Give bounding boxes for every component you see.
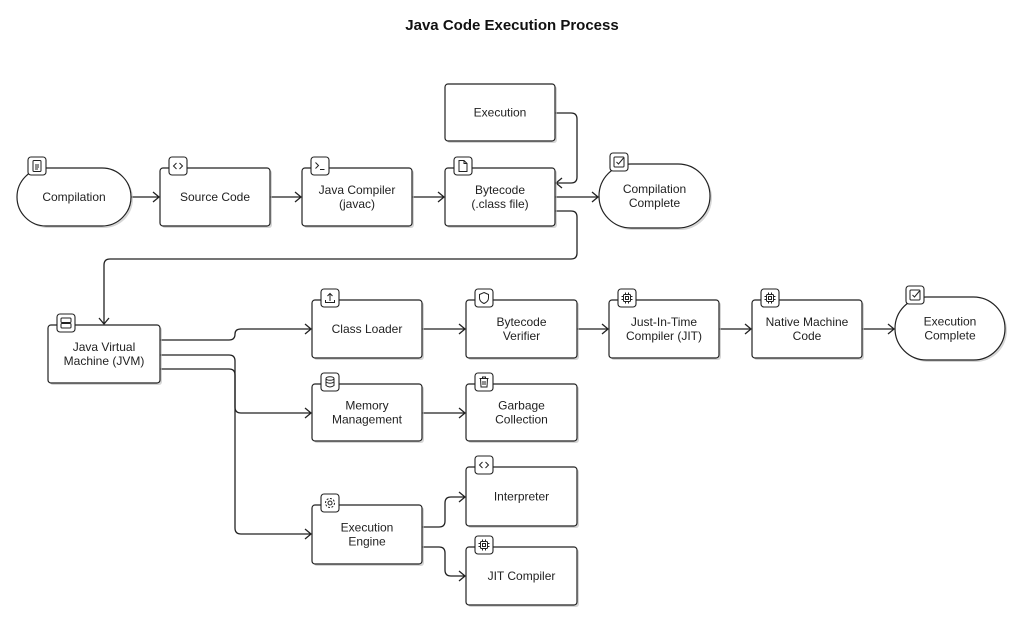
node-interpreter[interactable]: Interpreter	[465, 455, 579, 528]
node-label: Execution	[341, 521, 394, 535]
file-icon	[453, 156, 473, 176]
connector-line	[160, 328, 311, 341]
node-jitcompiler[interactable]: JIT Compiler	[465, 535, 579, 607]
node-label: Execution	[474, 106, 527, 120]
edge-memory-gc	[422, 407, 467, 419]
edge-engine-interpreter	[422, 491, 467, 528]
node-execcomplete[interactable]: ExecutionComplete	[894, 285, 1007, 362]
trash-icon	[474, 372, 494, 392]
node-label: Source Code	[180, 190, 250, 204]
edge-verifier-jit	[577, 323, 610, 335]
shield-icon	[474, 288, 494, 308]
gear-icon	[320, 493, 340, 513]
node-source[interactable]: Source Code	[159, 156, 272, 228]
node-label: Bytecode	[475, 183, 525, 197]
code-icon	[168, 156, 188, 176]
node-label: (.class file)	[471, 197, 528, 211]
node-verifier[interactable]: BytecodeVerifier	[465, 288, 579, 360]
node-label: Just-In-Time	[631, 315, 698, 329]
upload-icon	[320, 288, 340, 308]
node-label: Machine (JVM)	[64, 354, 145, 368]
node-label: (javac)	[339, 197, 375, 211]
flowchart: Compilation Source Code Java Compiler(java…	[16, 83, 1007, 607]
connector-line	[422, 496, 465, 528]
cpu-icon	[760, 288, 780, 308]
node-label: Verifier	[503, 329, 540, 343]
node-label: JIT Compiler	[488, 569, 556, 583]
node-memory[interactable]: MemoryManagement	[311, 372, 424, 443]
edge-engine-jitcompiler	[422, 546, 467, 582]
connector-line	[160, 368, 311, 535]
node-label: Compiler (JIT)	[626, 329, 702, 343]
node-gc[interactable]: GarbageCollection	[465, 372, 579, 443]
node-jvm[interactable]: Java VirtualMachine (JVM)	[47, 313, 162, 385]
cpu-icon	[474, 535, 494, 555]
node-engine[interactable]: ExecutionEngine	[311, 493, 424, 566]
node-label: Garbage	[498, 399, 545, 413]
node-label: Compilation	[623, 182, 686, 196]
node-compcomplete[interactable]: CompilationComplete	[598, 152, 712, 230]
node-javac[interactable]: Java Compiler(javac)	[301, 156, 414, 228]
edge-execution-bytecode	[554, 112, 578, 189]
connector-line	[422, 546, 465, 577]
node-label: Bytecode	[496, 315, 546, 329]
node-bytecode[interactable]: Bytecode(.class file)	[444, 156, 557, 228]
node-label: Collection	[495, 413, 548, 427]
edge-jit-native	[719, 323, 753, 335]
document-icon	[27, 156, 47, 176]
node-label: Interpreter	[494, 490, 549, 504]
node-classloader[interactable]: Class Loader	[311, 288, 424, 360]
node-native[interactable]: Native MachineCode	[751, 288, 864, 360]
node-label: Management	[332, 413, 403, 427]
server-icon	[56, 313, 76, 333]
node-label: Complete	[924, 329, 976, 343]
node-label: Java Compiler	[319, 183, 396, 197]
node-execution[interactable]: Execution	[444, 83, 557, 143]
check-square-icon	[609, 152, 629, 172]
node-label: Code	[793, 329, 822, 343]
code-icon	[474, 455, 494, 475]
edge-source-javac	[270, 191, 303, 203]
edge-compilation-source	[131, 191, 161, 203]
node-label: Native Machine	[766, 315, 849, 329]
edge-native-execcomplete	[862, 323, 896, 335]
node-label: Memory	[345, 399, 388, 413]
check-square-icon	[905, 285, 925, 305]
node-label: Engine	[348, 535, 386, 549]
node-label: Execution	[924, 315, 977, 329]
cpu-icon	[617, 288, 637, 308]
edge-javac-bytecode	[412, 191, 446, 203]
terminal-icon	[310, 156, 330, 176]
diagram-canvas: Java Code Execution Process Compilation S…	[0, 0, 1024, 623]
edge-jvm-classloader	[160, 323, 313, 341]
database-icon	[320, 372, 340, 392]
edge-jvm-engine	[160, 368, 313, 540]
node-compilation[interactable]: Compilation	[16, 156, 133, 228]
edge-classloader-verifier	[422, 323, 467, 335]
node-label: Compilation	[42, 190, 105, 204]
edge-bytecode-compcomplete	[555, 191, 600, 203]
node-label: Java Virtual	[73, 340, 135, 354]
node-label: Complete	[629, 196, 681, 210]
node-label: Class Loader	[332, 322, 403, 336]
node-jit[interactable]: Just-In-TimeCompiler (JIT)	[608, 288, 721, 360]
connector-line	[555, 112, 578, 184]
